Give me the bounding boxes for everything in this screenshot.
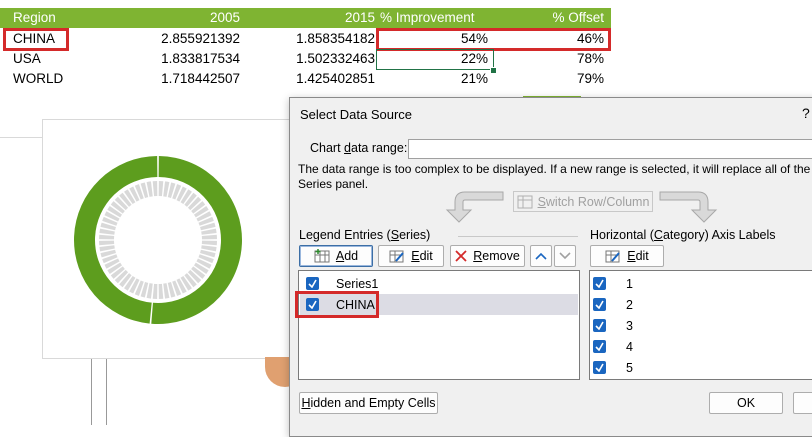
dialog-title: Select Data Source [300, 107, 413, 122]
move-up-button[interactable] [530, 245, 552, 267]
sheet-line [106, 357, 107, 425]
china-values-highlight-box [376, 28, 611, 51]
cell-region-world[interactable]: WORLD [13, 71, 63, 86]
edit-series-button[interactable]: Edit [378, 245, 444, 267]
cell-offset-world[interactable]: 79% [520, 71, 604, 86]
header-offset: % Offset [552, 10, 604, 25]
range-message-line2: Series panel. [298, 177, 369, 191]
cell-selection-box [376, 49, 494, 70]
section-divider [458, 236, 578, 237]
cell-improvement-world[interactable]: 21% [400, 71, 488, 86]
left-arrow-icon [445, 191, 504, 223]
move-down-button[interactable] [554, 245, 576, 267]
category-item[interactable]: 2 [591, 294, 633, 315]
right-arrow-icon [659, 191, 718, 223]
checkbox-checked-icon[interactable] [306, 277, 319, 290]
cell-2015-china[interactable]: 1.858354182 [280, 31, 375, 46]
inner-ring-segment[interactable] [152, 283, 158, 299]
gridline [0, 137, 42, 138]
checkbox-checked-icon[interactable] [593, 361, 606, 374]
inner-ring-segment[interactable] [99, 234, 115, 240]
header-region: Region [13, 10, 56, 25]
china-highlight-box [3, 28, 69, 51]
sheet-line [91, 357, 92, 425]
select-data-source-dialog: Select Data Source ? Chart data range: T… [289, 97, 812, 437]
switch-row-column-button[interactable]: Switch Row/Column [513, 191, 653, 212]
ok-button[interactable]: OK [709, 392, 783, 414]
cell-2005-usa[interactable]: 1.833817534 [150, 51, 240, 66]
chart-data-range-label: Chart data range: [310, 141, 408, 155]
doughnut-chart[interactable] [42, 119, 302, 359]
remove-series-button[interactable]: Remove [450, 245, 525, 267]
inner-ring-segment[interactable] [158, 283, 164, 299]
remove-button-label: Remove [473, 249, 520, 263]
category-label: 5 [626, 360, 633, 375]
legend-entries-label: Legend Entries (Series) [299, 228, 431, 242]
edit-table-icon [389, 250, 404, 263]
edit-button-label: Edit [411, 249, 433, 263]
edit-table-icon [605, 250, 620, 263]
inner-ring-segment[interactable] [201, 240, 217, 246]
category-label: 2 [626, 297, 633, 312]
cell-2015-world[interactable]: 1.425402851 [280, 71, 375, 86]
add-table-icon [314, 249, 330, 263]
series-label: Series1 [336, 276, 379, 291]
category-item[interactable]: 5 [591, 357, 633, 378]
add-series-button[interactable]: Add [299, 245, 373, 267]
inner-ring-segment[interactable] [152, 181, 158, 197]
cell-2015-usa[interactable]: 1.502332463 [280, 51, 375, 66]
category-item[interactable]: 4 [591, 336, 633, 357]
cell-region-usa[interactable]: USA [13, 51, 41, 66]
category-item[interactable]: 1 [591, 273, 633, 294]
fill-handle[interactable] [490, 67, 497, 74]
checkbox-checked-icon[interactable] [593, 277, 606, 290]
china-series-highlight-box [295, 291, 379, 318]
category-label: 1 [626, 276, 633, 291]
range-message: The data range is too complex to be disp… [298, 162, 812, 192]
cell-2005-world[interactable]: 1.718442507 [150, 71, 240, 86]
inner-ring-segment[interactable] [158, 181, 164, 197]
category-label: 3 [626, 318, 633, 333]
header-2005: 2005 [209, 10, 240, 25]
axis-labels-label: Horizontal (Category) Axis Labels [590, 228, 776, 242]
outer-ring-segment[interactable] [73, 156, 158, 324]
switch-row-column-label: Switch Row/Column [537, 194, 650, 209]
cancel-button[interactable] [793, 392, 812, 414]
header-2015: 2015 [344, 10, 375, 25]
cell-2005-china[interactable]: 2.855921392 [150, 31, 240, 46]
chart-data-range-input[interactable] [408, 139, 812, 159]
chevron-down-icon [559, 252, 571, 260]
hidden-empty-cells-label: Hidden and Empty Cells [301, 396, 436, 410]
inner-ring-segment[interactable] [201, 234, 217, 240]
series-list: Series1 CHINA [298, 270, 580, 380]
inner-ring-segment[interactable] [99, 240, 115, 246]
ok-button-label: OK [736, 396, 756, 410]
checkbox-checked-icon[interactable] [593, 319, 606, 332]
help-button[interactable]: ? [802, 105, 810, 121]
checkbox-checked-icon[interactable] [593, 298, 606, 311]
category-list: 1 2 3 4 5 [589, 270, 812, 380]
chevron-up-icon [535, 252, 547, 260]
hidden-empty-cells-button[interactable]: Hidden and Empty Cells [299, 392, 438, 414]
switch-row-column-icon [517, 195, 533, 208]
cell-offset-usa[interactable]: 78% [520, 51, 604, 66]
checkbox-checked-icon[interactable] [593, 340, 606, 353]
add-button-label: Add [335, 249, 359, 263]
remove-x-icon [455, 250, 467, 262]
axis-edit-button-label: Edit [627, 249, 649, 263]
category-label: 4 [626, 339, 633, 354]
header-improvement: % Improvement [380, 10, 475, 25]
doughnut-chart-svg [73, 156, 243, 324]
range-message-line1: The data range is too complex to be disp… [298, 162, 812, 176]
outer-ring-segment[interactable] [151, 156, 243, 324]
category-item[interactable]: 3 [591, 315, 633, 336]
edit-axis-labels-button[interactable]: Edit [590, 245, 664, 267]
